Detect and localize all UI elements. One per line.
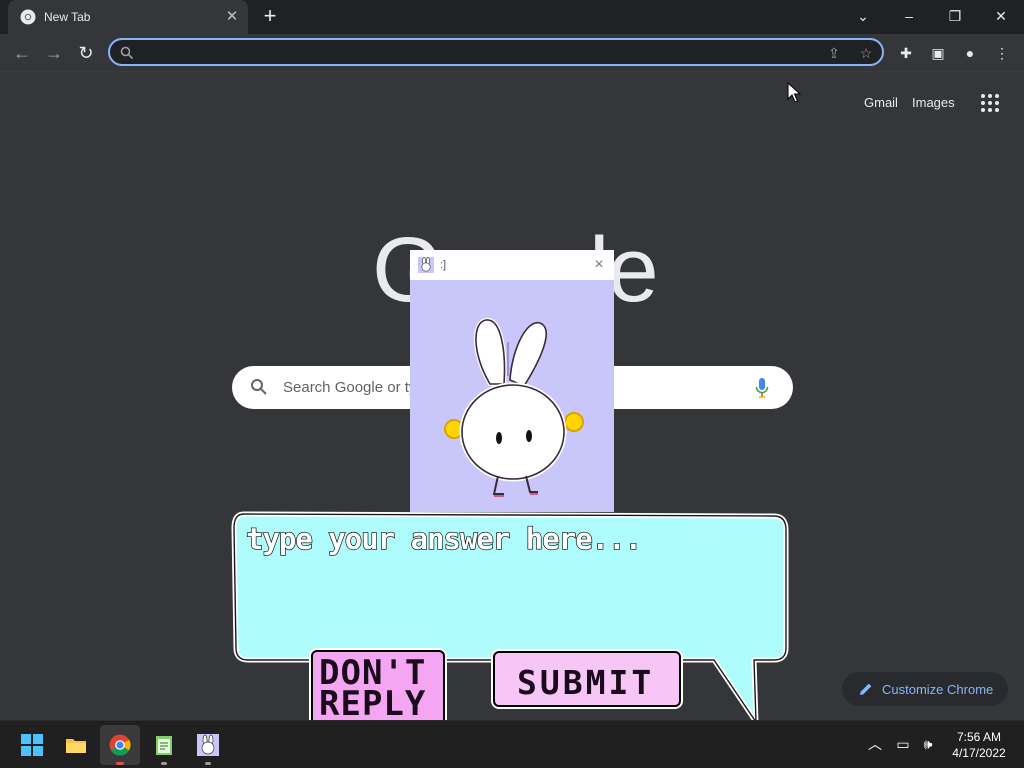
running-indicator [161, 762, 167, 765]
submit-label: SUBMIT [517, 663, 655, 702]
tab-title: New Tab [44, 10, 91, 24]
start-button[interactable] [12, 725, 52, 765]
bunny-app-icon [197, 734, 219, 756]
volume-icon[interactable]: 🕪 [918, 734, 938, 754]
running-indicator [205, 762, 211, 765]
customize-chrome-button[interactable]: Customize Chrome [842, 672, 1008, 706]
submit-button[interactable]: SUBMIT [493, 651, 681, 707]
address-input[interactable] [140, 42, 820, 62]
tab-close-icon[interactable]: ✕ [222, 7, 242, 27]
tray-overflow-icon[interactable]: ︿ [865, 734, 885, 754]
images-link[interactable]: Images [912, 95, 955, 110]
restore-icon[interactable]: ❐ [940, 4, 970, 28]
popup-title-bar[interactable]: :] × [410, 250, 614, 280]
search-icon [251, 379, 267, 395]
reload-icon[interactable]: ↻ [73, 40, 99, 66]
clock-date: 4/17/2022 [952, 746, 1006, 760]
back-icon[interactable]: ← [9, 40, 35, 66]
popup-close-icon[interactable]: × [588, 254, 610, 276]
bunny-app-icon [418, 257, 434, 273]
clock-time: 7:56 AM [956, 730, 1002, 744]
running-indicator [116, 762, 124, 765]
system-clock[interactable]: 7:56 AM 4/17/2022 [948, 729, 1010, 761]
bunny-illustration [444, 318, 584, 497]
close-window-icon[interactable]: ✕ [986, 4, 1016, 28]
tab-new-tab[interactable]: New Tab ✕ [8, 0, 248, 34]
apps-grid-icon[interactable] [980, 93, 1000, 113]
folder-icon [66, 739, 86, 753]
bookmark-star-icon[interactable]: ☆ [856, 43, 876, 63]
pencil-icon [860, 683, 872, 695]
network-icon[interactable]: ▭ [893, 734, 913, 754]
mouse-cursor-icon [787, 82, 801, 103]
chrome-favicon-icon [20, 9, 36, 25]
dont-reply-label: DON'T REPLY [319, 653, 427, 724]
gmail-link[interactable]: Gmail [864, 95, 898, 110]
microphone-icon[interactable] [755, 377, 769, 399]
chrome-icon [109, 734, 131, 756]
address-bar[interactable]: ⇪ ☆ [108, 38, 884, 66]
new-tab-icon[interactable]: + [258, 5, 282, 29]
taskbar-file-explorer[interactable] [56, 725, 96, 765]
popup-title: :] [440, 259, 447, 271]
windows-start-icon [21, 734, 43, 756]
tab-search-icon[interactable]: ⌄ [848, 4, 878, 28]
menu-icon[interactable]: ⋮ [991, 42, 1013, 64]
taskbar-notepad[interactable] [144, 725, 184, 765]
taskbar-chrome[interactable] [100, 725, 140, 765]
share-icon[interactable]: ⇪ [824, 43, 844, 63]
answer-input[interactable] [246, 522, 776, 634]
title-bar: New Tab ✕ + ⌄ – ❐ ✕ [0, 0, 1024, 34]
browser-toolbar: ← → ↻ ⇪ ☆ ✚ ▣ ● ⋮ [0, 34, 1024, 72]
minimize-icon[interactable]: – [894, 4, 924, 28]
notepad-icon [156, 736, 172, 755]
dont-reply-button[interactable]: DON'T REPLY [311, 650, 445, 731]
extensions-icon[interactable]: ✚ [895, 42, 917, 64]
forward-icon[interactable]: → [41, 40, 67, 66]
customize-chrome-label: Customize Chrome [882, 682, 994, 697]
side-panel-icon[interactable]: ▣ [927, 42, 949, 64]
search-icon [120, 46, 134, 60]
taskbar-bunny-app[interactable] [188, 725, 228, 765]
profile-icon[interactable]: ● [959, 42, 981, 64]
bunny-popup-window: :] × [410, 250, 614, 512]
